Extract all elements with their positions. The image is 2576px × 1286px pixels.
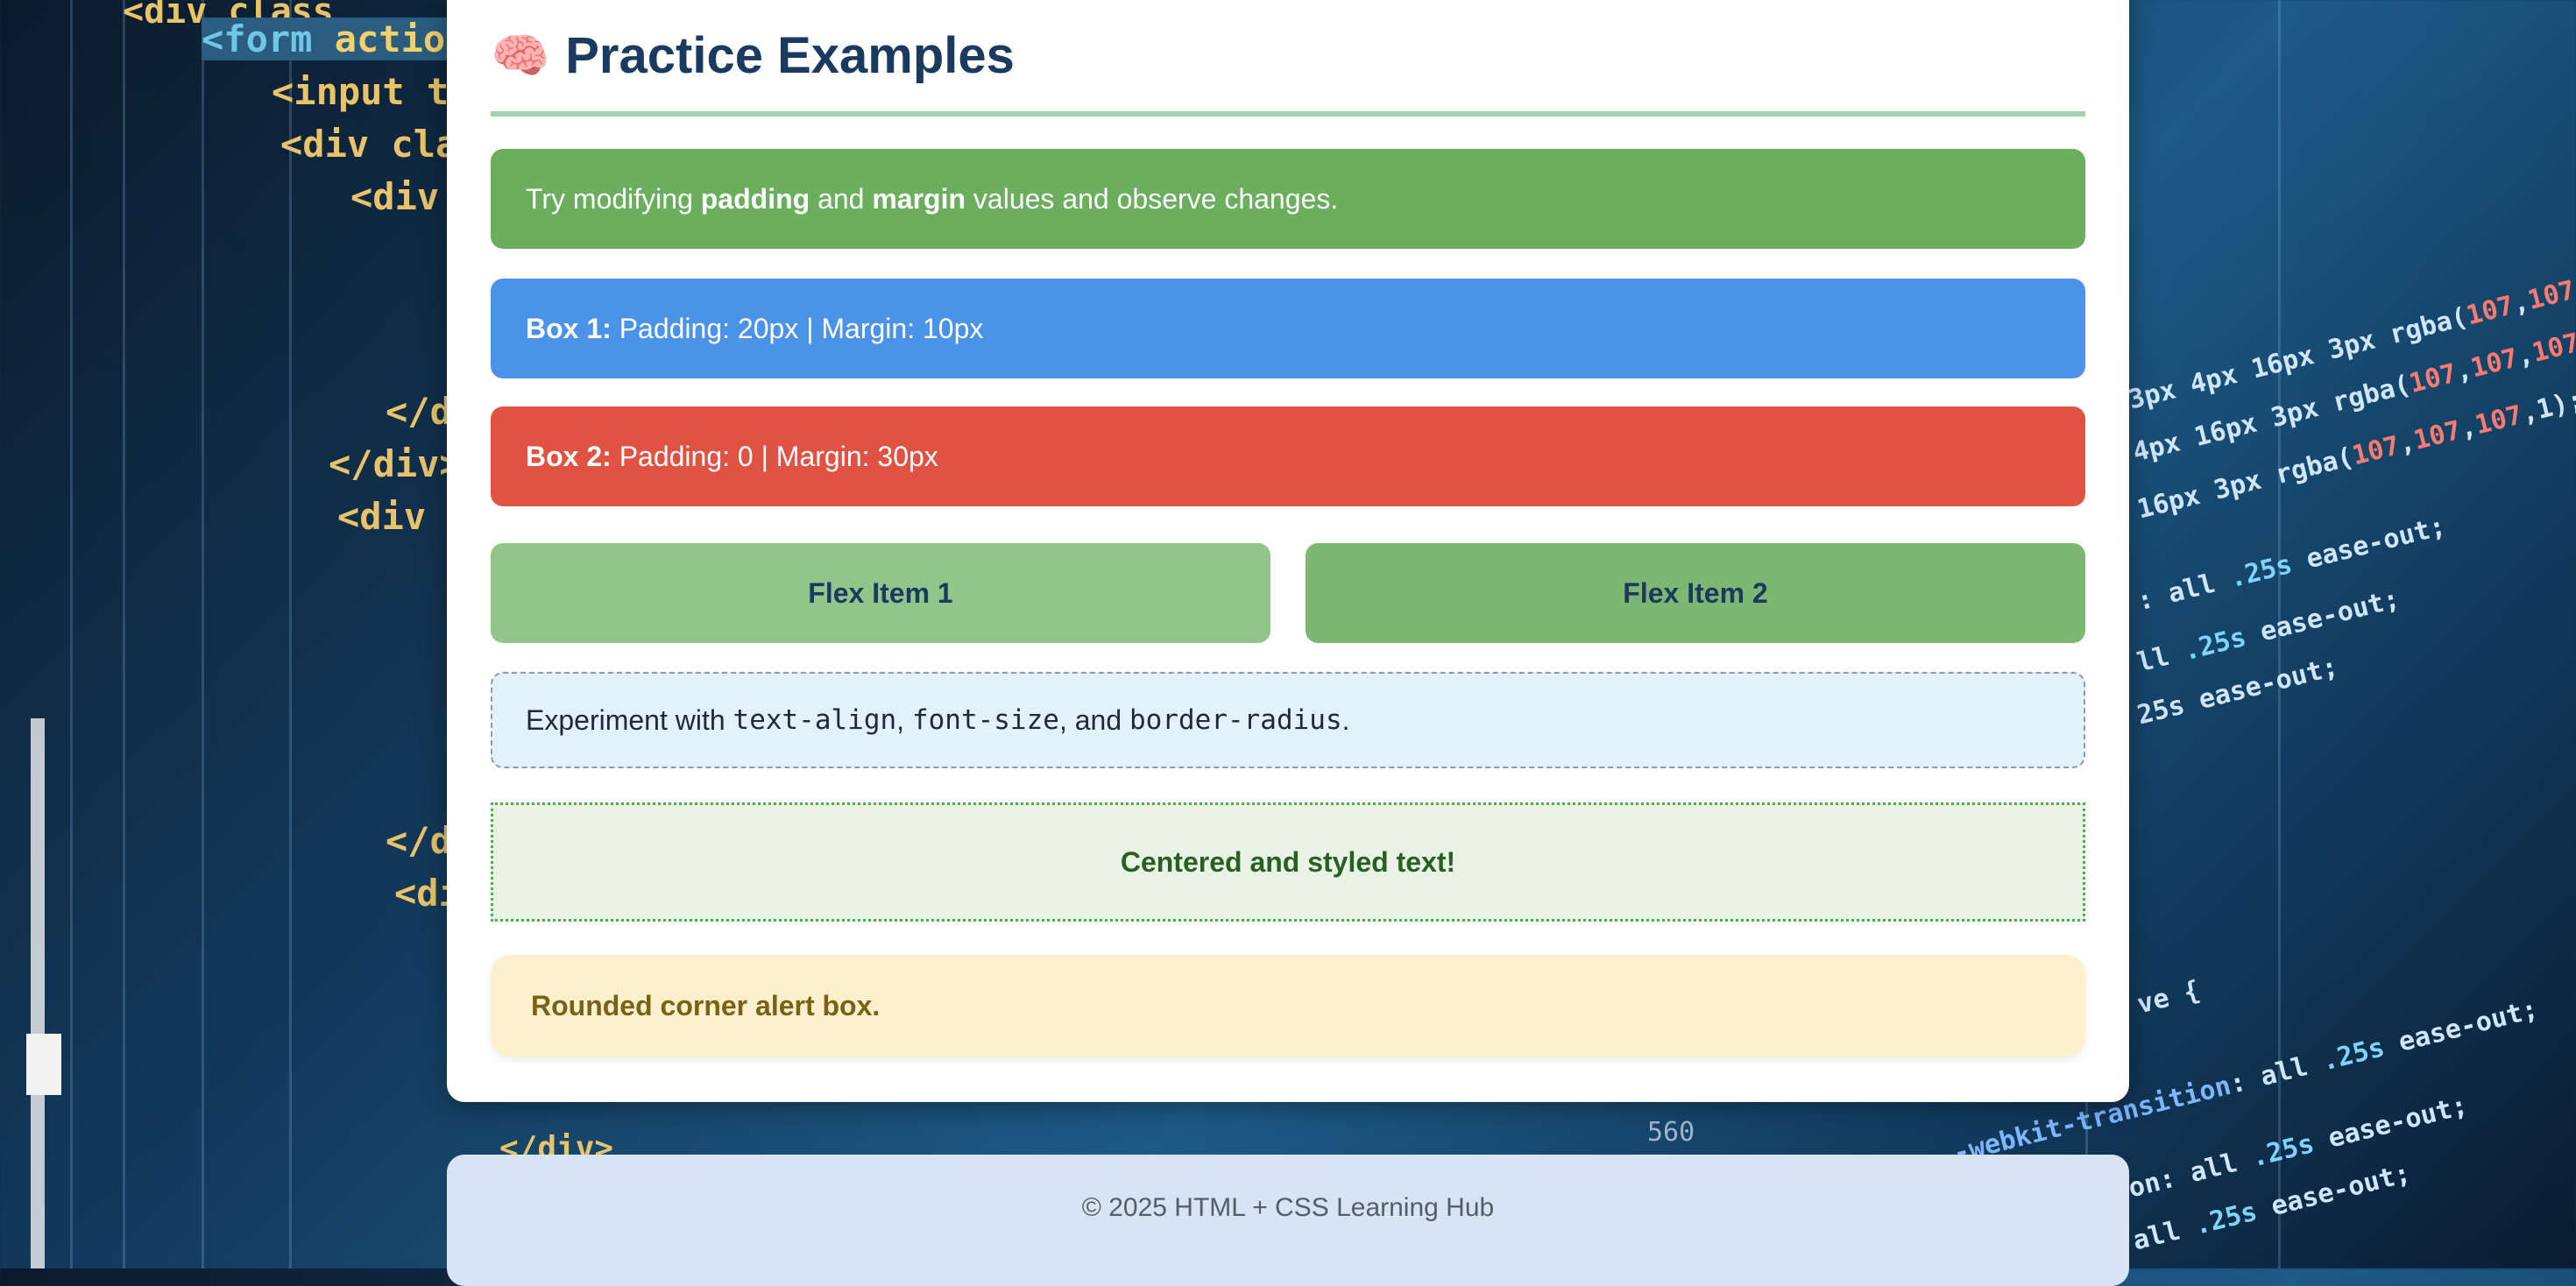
centered-text-box: Centered and styled text! bbox=[491, 802, 2085, 922]
footer: © 2025 HTML + CSS Learning Hub bbox=[447, 1155, 2129, 1286]
tip-prefix: Try modifying bbox=[526, 182, 701, 215]
tip-middle: and bbox=[810, 182, 873, 215]
box-2: Box 2: Padding: 0 | Margin: 30px bbox=[491, 406, 2085, 506]
tip-suffix: values and observe changes. bbox=[966, 182, 1339, 215]
page-title-text: Practice Examples bbox=[565, 27, 1015, 84]
experiment-suffix: . bbox=[1341, 703, 1350, 736]
box-1: Box 1: Padding: 20px | Margin: 10px bbox=[491, 279, 2085, 378]
brain-icon: 🧠 bbox=[491, 29, 550, 82]
code-text-align: text-align bbox=[732, 704, 897, 736]
tip-margin-word: margin bbox=[872, 182, 966, 215]
box-2-label: Box 2: bbox=[526, 440, 612, 472]
tip-padding-word: padding bbox=[700, 182, 810, 215]
box-2-text: Padding: 0 | Margin: 30px bbox=[611, 440, 938, 472]
page-title: 🧠 Practice Examples bbox=[491, 26, 1015, 85]
code-font-size: font-size bbox=[911, 704, 1059, 736]
experiment-sep-2: , and bbox=[1058, 703, 1129, 736]
experiment-box: Experiment with text-align , font-size ,… bbox=[491, 672, 2085, 768]
flex-item-1: Flex Item 1 bbox=[491, 543, 1270, 643]
alert-box: Rounded corner alert box. bbox=[491, 955, 2085, 1056]
code-border-radius: border-radius bbox=[1129, 704, 1342, 736]
title-divider bbox=[491, 111, 2085, 117]
experiment-prefix: Experiment with bbox=[526, 703, 733, 736]
flex-item-2: Flex Item 2 bbox=[1306, 543, 2085, 643]
tip-box: Try modifying padding and margin values … bbox=[491, 149, 2085, 249]
footer-text: © 2025 HTML + CSS Learning Hub bbox=[1081, 1193, 1495, 1222]
box-1-text: Padding: 20px | Margin: 10px bbox=[611, 312, 984, 344]
box-1-label: Box 1: bbox=[526, 312, 612, 344]
experiment-sep-1: , bbox=[896, 703, 912, 736]
